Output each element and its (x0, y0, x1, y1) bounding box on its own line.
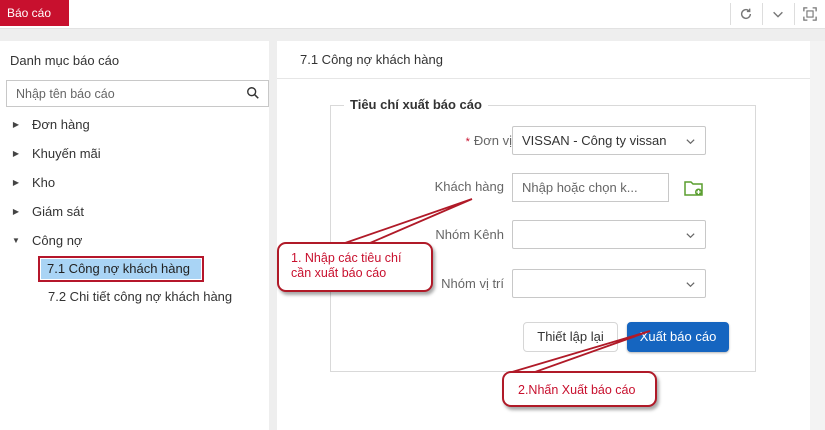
customer-label: Khách hàng (434, 179, 504, 194)
top-bar: Báo cáo (0, 0, 825, 29)
callout-text-line: 1. Nhập các tiêu chí (291, 251, 402, 265)
fullscreen-icon[interactable] (799, 4, 821, 24)
tree-item-label: Giám sát (32, 204, 85, 219)
chevron-down-icon (686, 233, 695, 239)
caret-down-icon[interactable]: ▼ (8, 229, 24, 253)
report-sidebar: Danh mục báo cáo ▶ Đơn hàng ▶ Khuyến mãi ▶… (0, 41, 269, 430)
folder-open-icon[interactable] (684, 179, 704, 197)
divider (794, 3, 795, 25)
annotation-callout-export: 2.Nhấn Xuất báo cáo (502, 371, 657, 407)
page-title: 7.1 Công nợ khách hàng (300, 52, 443, 67)
criteria-fieldset: Tiêu chí xuất báo cáo * Đơn vị VISSAN - C… (330, 97, 756, 372)
tree-item-kho[interactable]: ▶ Kho (0, 171, 55, 195)
main-header: 7.1 Công nợ khách hàng (277, 41, 810, 79)
page-scrollbar[interactable] (810, 41, 825, 430)
search-icon[interactable] (246, 86, 260, 100)
divider (762, 3, 763, 25)
caret-right-icon[interactable]: ▶ (8, 200, 24, 224)
channel-group-label: Nhóm Kênh (435, 227, 504, 242)
location-group-select[interactable] (512, 269, 706, 298)
tab-bao-cao[interactable]: Báo cáo (0, 0, 69, 26)
tree-item-label: Đơn hàng (32, 117, 90, 132)
subitem-label: 7.1 Công nợ khách hàng (41, 259, 201, 279)
channel-group-select[interactable] (512, 220, 706, 249)
location-group-label: Nhóm vị trí (441, 276, 504, 291)
annotation-callout-criteria: 1. Nhập các tiêu chí cần xuất báo cáo (277, 242, 433, 292)
refresh-icon[interactable] (735, 4, 757, 24)
reset-button[interactable]: Thiết lập lại (523, 322, 618, 352)
tree-item-khuyen-mai[interactable]: ▶ Khuyến mãi (0, 142, 101, 166)
sidebar-title: Danh mục báo cáo (10, 53, 120, 68)
unit-select-value: VISSAN - Công ty vissan (522, 133, 667, 148)
unit-select[interactable]: VISSAN - Công ty vissan (512, 126, 706, 155)
tree-item-label: Công nợ (32, 233, 83, 248)
tree-item-label: Kho (32, 175, 56, 190)
tree-item-giam-sat[interactable]: ▶ Giám sát (0, 200, 84, 224)
chevron-down-icon (686, 139, 695, 145)
required-mark: * (465, 136, 470, 148)
subitem-chi-tiet-cong-no[interactable]: 7.2 Chi tiết công nợ khách hàng (48, 285, 232, 309)
subitem-cong-no-khach-hang[interactable]: 7.1 Công nợ khách hàng (38, 256, 204, 282)
chevron-down-icon (686, 282, 695, 288)
report-search-input[interactable] (7, 81, 227, 106)
chevron-down-icon[interactable] (767, 4, 789, 24)
caret-right-icon[interactable]: ▶ (8, 142, 24, 166)
customer-input-wrap[interactable] (512, 173, 669, 202)
unit-label: Đơn vị (473, 133, 512, 148)
caret-right-icon[interactable]: ▶ (8, 113, 24, 137)
report-search-box[interactable] (6, 80, 269, 107)
tree-item-don-hang[interactable]: ▶ Đơn hàng (0, 113, 90, 137)
unit-label-wrap: * Đơn vị (466, 133, 512, 148)
tree-item-cong-no[interactable]: ▼ Công nợ (0, 229, 82, 253)
tree-item-label: Khuyến mãi (32, 146, 101, 161)
divider (730, 3, 731, 25)
customer-input[interactable] (513, 174, 668, 201)
export-report-button[interactable]: Xuất báo cáo (627, 322, 729, 352)
caret-right-icon[interactable]: ▶ (8, 171, 24, 195)
callout-text-line: cần xuất báo cáo (291, 266, 387, 280)
criteria-legend: Tiêu chí xuất báo cáo (344, 97, 488, 112)
